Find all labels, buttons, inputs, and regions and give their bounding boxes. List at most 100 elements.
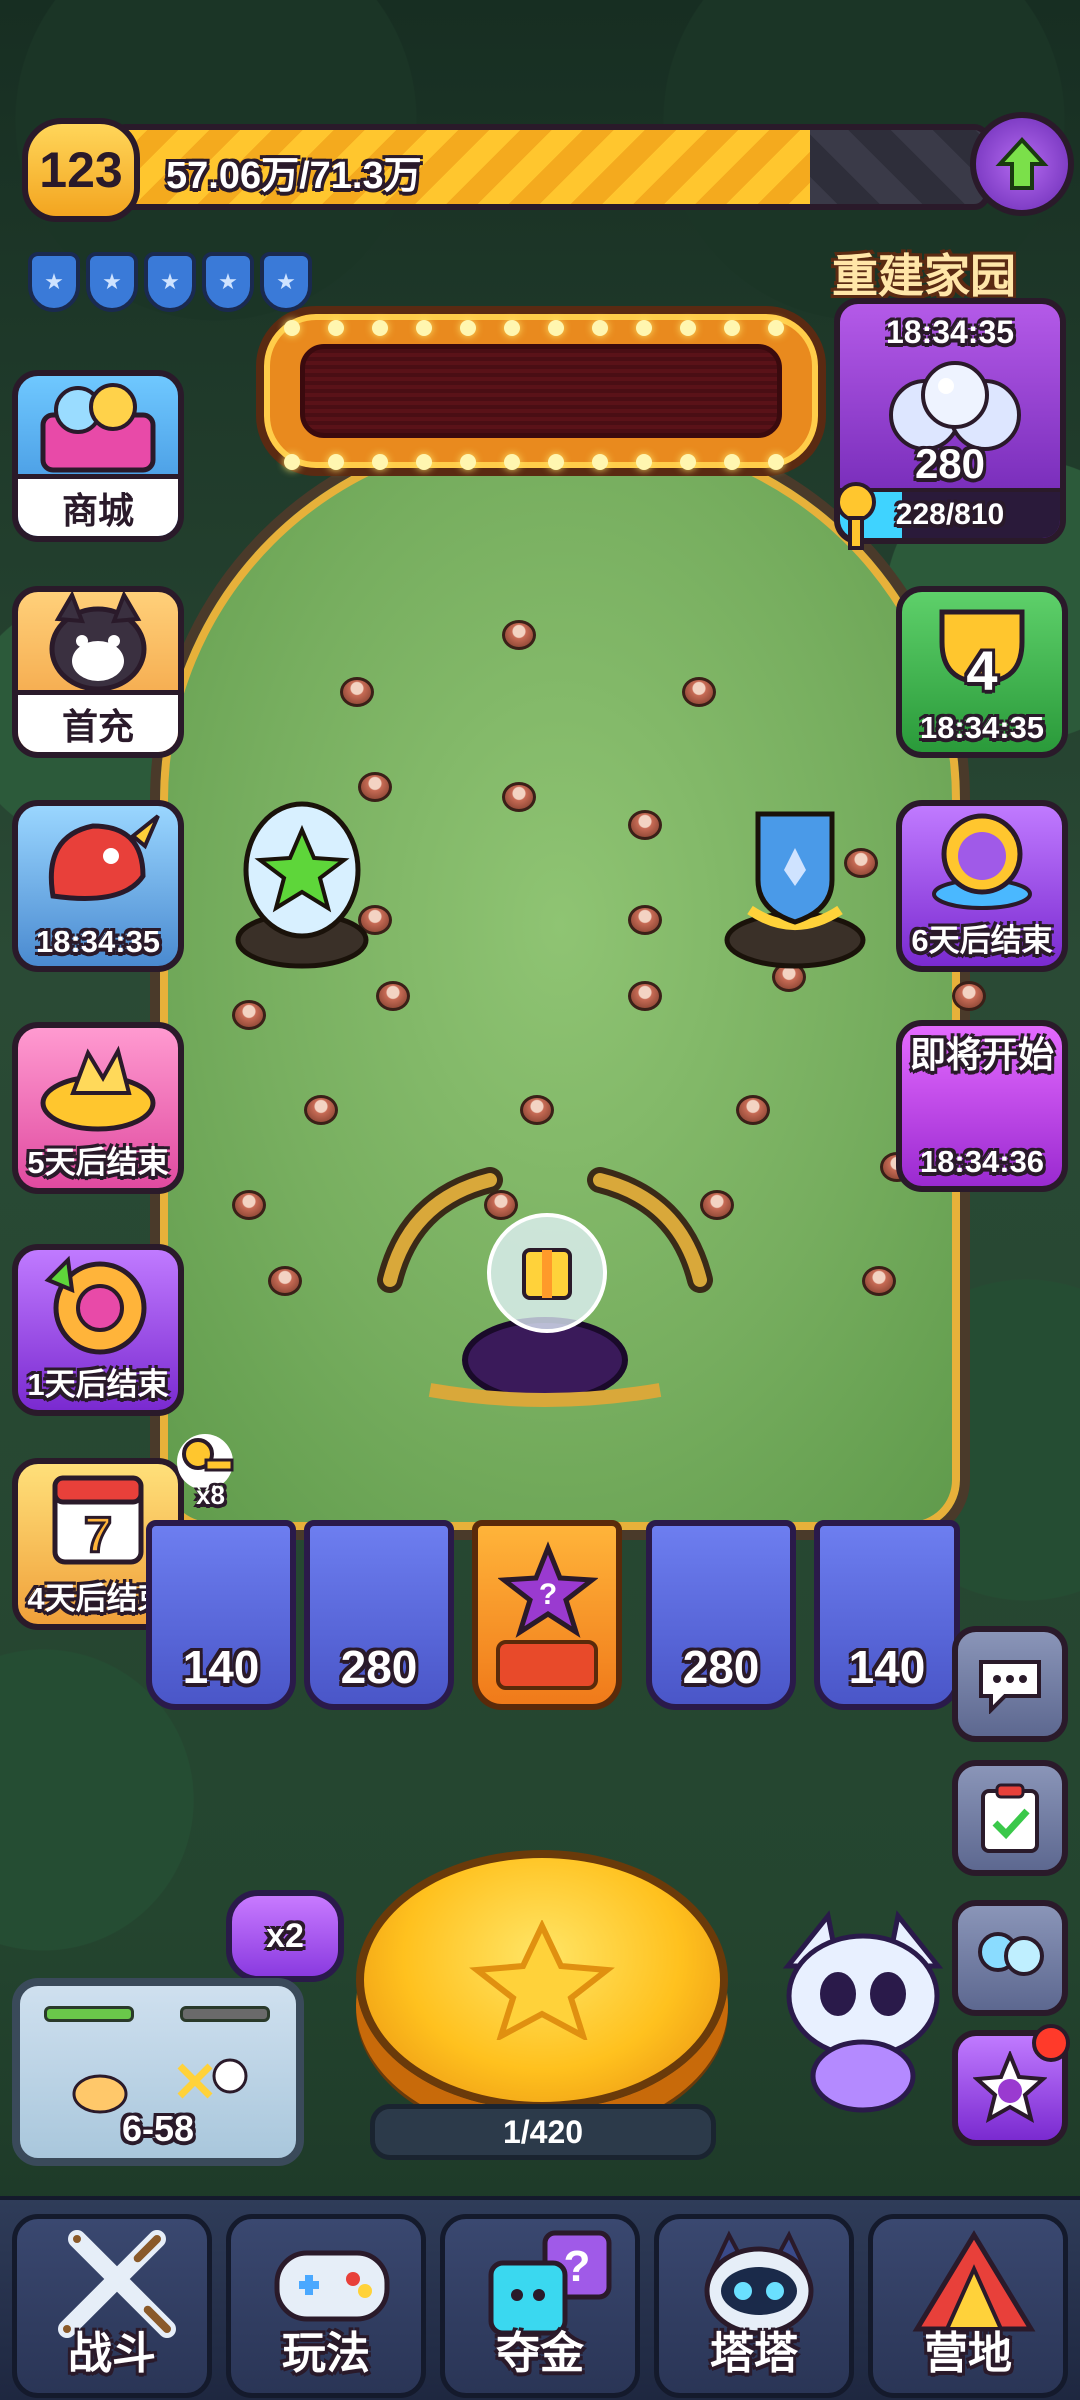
home-event-title: 重建家园 — [832, 250, 1016, 302]
marquee-bulb — [328, 454, 344, 470]
xp-text: 57.06万/71.3万 — [166, 155, 422, 197]
shield-icon: ★ — [28, 252, 80, 312]
peg — [340, 677, 374, 707]
marquee-bulb — [372, 454, 388, 470]
cat-badge-button[interactable] — [952, 2024, 1070, 2146]
upcoming-event-button[interactable]: 即将开始 18:34:36 — [896, 1020, 1068, 1192]
calendar-day: 7 — [84, 1507, 112, 1563]
basket-icon — [18, 376, 178, 474]
key-multiplier-badge: x8 — [160, 1420, 250, 1520]
marquee-bulb — [636, 454, 652, 470]
nav-camp[interactable]: 营地 — [868, 2214, 1068, 2398]
reward-slot-1: 140 — [146, 1520, 296, 1710]
reward-slot-value: 280 — [340, 1641, 418, 1693]
golden-key-icon — [836, 482, 876, 550]
trophy-count: 4 — [966, 639, 998, 702]
marquee-bulb — [592, 320, 608, 336]
peg — [628, 810, 662, 840]
marquee-screen — [300, 344, 782, 438]
key-multiplier: x8 — [196, 1480, 225, 1510]
xp-bar: 57.06万/71.3万 — [110, 124, 990, 210]
star-icon — [469, 1920, 615, 2040]
friends-button[interactable] — [952, 1900, 1068, 2016]
marquee-bulb — [548, 320, 564, 336]
first-recharge-button[interactable]: 首充 — [12, 586, 184, 758]
cat-medal-event-button[interactable]: 6天后结束 — [896, 800, 1068, 972]
battle-scene-icon — [72, 2058, 248, 2114]
mascot-cat-icon — [782, 1910, 944, 2113]
shield-icon: ★ — [202, 252, 254, 312]
tasks-button[interactable] — [952, 1760, 1068, 1876]
trophy-event-button[interactable]: 4 18:34:35 — [896, 586, 1068, 758]
upcoming-event-title: 即将开始 — [910, 1034, 1055, 1075]
marquee-bulb — [680, 454, 696, 470]
peg — [952, 981, 986, 1011]
red-bird-icon — [18, 806, 178, 916]
shield-icon: ★ — [260, 252, 312, 312]
nav-battle-label: 战斗 — [68, 2329, 156, 2378]
peg — [358, 772, 392, 802]
marquee-bulb — [548, 454, 564, 470]
nav-treasure[interactable]: ? 夺金 — [440, 2214, 640, 2398]
marquee-bulb — [416, 320, 432, 336]
home-event-timer: 18:34:35 — [885, 314, 1015, 350]
green-star-egg-icon — [235, 801, 369, 969]
peg — [502, 781, 536, 812]
mystery-slot-basket — [496, 1640, 598, 1690]
peg — [304, 1095, 338, 1125]
player-level-badge[interactable]: 123 — [22, 118, 140, 222]
shop-label: 商城 — [18, 474, 178, 536]
nav-tata-label: 塔塔 — [710, 2329, 798, 2378]
wheel-event-button[interactable]: 1天后结束 — [12, 1244, 184, 1416]
nav-modes-label: 玩法 — [282, 2329, 370, 2378]
marquee-bulb — [504, 320, 520, 336]
reward-slot-5: 140 — [814, 1520, 960, 1710]
bird-event-button[interactable]: 18:34:35 — [12, 800, 184, 972]
ball-gift-icon — [487, 1213, 607, 1333]
peg — [232, 1000, 266, 1030]
marquee-bulb — [636, 320, 652, 336]
spin-progress: 1/420 — [370, 2104, 716, 2160]
chat-button[interactable] — [952, 1626, 1068, 1742]
cat-star-icon — [973, 2051, 1047, 2124]
arrow-up-icon — [995, 137, 1049, 190]
player-level: 123 — [39, 142, 123, 198]
nav-camp-label: 营地 — [924, 2329, 1012, 2378]
marquee-bulb — [460, 454, 476, 470]
dog-mascot-icon — [18, 592, 178, 692]
nav-modes[interactable]: 玩法 — [226, 2214, 426, 2398]
marquee-bulb — [592, 454, 608, 470]
peg — [376, 981, 410, 1011]
cat-medal-icon — [902, 806, 1062, 916]
reward-slot-value: 140 — [182, 1641, 260, 1693]
marquee-bulb — [328, 320, 344, 336]
launch-button[interactable] — [356, 1850, 728, 2110]
marquee-bulb — [460, 320, 476, 336]
peg — [862, 1266, 896, 1296]
shield-icon: ★ — [86, 252, 138, 312]
multiplier-button[interactable]: x2 — [226, 1890, 344, 1982]
peg — [628, 905, 662, 935]
bottom-nav: 战斗 玩法 ? 夺金 塔塔 营地 — [0, 2196, 1080, 2400]
reward-slot-value: 140 — [848, 1641, 926, 1693]
stage-preview-card[interactable]: 6-58 — [12, 1978, 304, 2166]
peg — [268, 1266, 302, 1296]
level-up-button[interactable] — [970, 112, 1074, 216]
reward-slot-4: 280 — [646, 1520, 796, 1710]
mystery-star-icon: ? — [498, 1541, 598, 1638]
enemy-hp-bar — [180, 2006, 270, 2022]
nav-battle[interactable]: 战斗 — [12, 2214, 212, 2398]
stage-label: 6-58 — [121, 2108, 195, 2149]
reward-slot-mystery: ? — [472, 1520, 622, 1710]
gold-event-button[interactable]: 5天后结束 — [12, 1022, 184, 1194]
wheel-event-label: 1天后结束 — [27, 1367, 169, 1402]
shield-row: ★ ★ ★ ★ ★ — [28, 252, 312, 312]
friends-icon — [978, 1932, 1044, 1976]
nav-tata[interactable]: 塔塔 — [654, 2214, 854, 2398]
shop-button[interactable]: 商城 — [12, 370, 184, 542]
clipboard-check-icon — [981, 1783, 1039, 1853]
chat-icon — [979, 1660, 1041, 1714]
notification-dot — [1032, 2024, 1070, 2062]
marquee-bulb — [416, 454, 432, 470]
peg — [628, 981, 662, 1011]
